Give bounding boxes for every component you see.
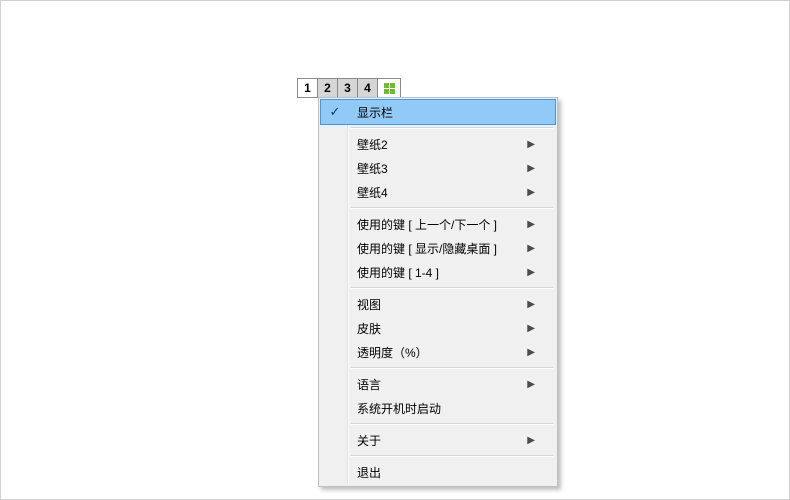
desktop-tab-2[interactable]: 2 <box>318 79 338 97</box>
menu-item-label: 退出 <box>357 464 535 481</box>
menu-separator <box>351 127 553 129</box>
menu-separator <box>351 423 553 425</box>
menu-item-label: 系统开机时启动 <box>357 400 535 417</box>
desktop-grid-button[interactable] <box>378 79 400 97</box>
menu-item-label: 皮肤 <box>357 320 519 337</box>
chevron-right-icon: ▶ <box>527 323 535 334</box>
desktop-tab-label: 4 <box>364 81 371 95</box>
menu-item-hotkey-1to4[interactable]: 使用的键 [ 1-4 ] ▶ <box>321 260 555 284</box>
menu-item-label: 使用的键 [ 显示/隐藏桌面 ] <box>357 240 519 257</box>
menu-item-language[interactable]: 语言 ▶ <box>321 372 555 396</box>
menu-item-startup[interactable]: 系统开机时启动 <box>321 396 555 420</box>
menu-item-label: 显示栏 <box>357 104 535 121</box>
chevron-right-icon: ▶ <box>527 435 535 446</box>
desktop-switcher: 1 2 3 4 <box>297 78 401 98</box>
menu-separator <box>351 455 553 457</box>
desktop-tab-3[interactable]: 3 <box>338 79 358 97</box>
desktop-tab-label: 2 <box>324 81 331 95</box>
menu-separator <box>351 287 553 289</box>
menu-item-label: 壁纸3 <box>357 160 519 177</box>
chevron-right-icon: ▶ <box>527 187 535 198</box>
menu-separator <box>351 367 553 369</box>
chevron-right-icon: ▶ <box>527 243 535 254</box>
menu-item-label: 壁纸4 <box>357 184 519 201</box>
menu-item-label: 语言 <box>357 376 519 393</box>
menu-item-label: 关于 <box>357 432 519 449</box>
chevron-right-icon: ▶ <box>527 219 535 230</box>
check-icon: ✓ <box>327 104 343 120</box>
menu-item-opacity[interactable]: 透明度（%） ▶ <box>321 340 555 364</box>
chevron-right-icon: ▶ <box>527 299 535 310</box>
menu-item-label: 壁纸2 <box>357 136 519 153</box>
desktop-tab-label: 3 <box>344 81 351 95</box>
chevron-right-icon: ▶ <box>527 267 535 278</box>
grid-icon <box>384 83 395 94</box>
chevron-right-icon: ▶ <box>527 347 535 358</box>
desktop-tab-label: 1 <box>304 81 311 95</box>
menu-item-wallpaper3[interactable]: 壁纸3 ▶ <box>321 156 555 180</box>
menu-item-hotkey-prevnext[interactable]: 使用的键 [ 上一个/下一个 ] ▶ <box>321 212 555 236</box>
menu-item-view[interactable]: 视图 ▶ <box>321 292 555 316</box>
desktop-tab-4[interactable]: 4 <box>358 79 378 97</box>
menu-item-label: 使用的键 [ 上一个/下一个 ] <box>357 216 519 233</box>
menu-item-label: 透明度（%） <box>357 344 519 361</box>
menu-separator <box>351 207 553 209</box>
menu-item-about[interactable]: 关于 ▶ <box>321 428 555 452</box>
menu-item-label: 使用的键 [ 1-4 ] <box>357 264 519 281</box>
context-menu: ✓ 显示栏 壁纸2 ▶ 壁纸3 ▶ 壁纸4 ▶ 使用的键 [ 上一个/下一个 ]… <box>318 97 558 487</box>
menu-item-skin[interactable]: 皮肤 ▶ <box>321 316 555 340</box>
menu-item-exit[interactable]: 退出 <box>321 460 555 484</box>
menu-item-wallpaper2[interactable]: 壁纸2 ▶ <box>321 132 555 156</box>
menu-item-show-bar[interactable]: ✓ 显示栏 <box>320 99 556 125</box>
chevron-right-icon: ▶ <box>527 139 535 150</box>
chevron-right-icon: ▶ <box>527 379 535 390</box>
menu-item-wallpaper4[interactable]: 壁纸4 ▶ <box>321 180 555 204</box>
desktop-tab-1[interactable]: 1 <box>298 79 318 97</box>
chevron-right-icon: ▶ <box>527 163 535 174</box>
menu-item-label: 视图 <box>357 296 519 313</box>
menu-item-hotkey-showhide[interactable]: 使用的键 [ 显示/隐藏桌面 ] ▶ <box>321 236 555 260</box>
